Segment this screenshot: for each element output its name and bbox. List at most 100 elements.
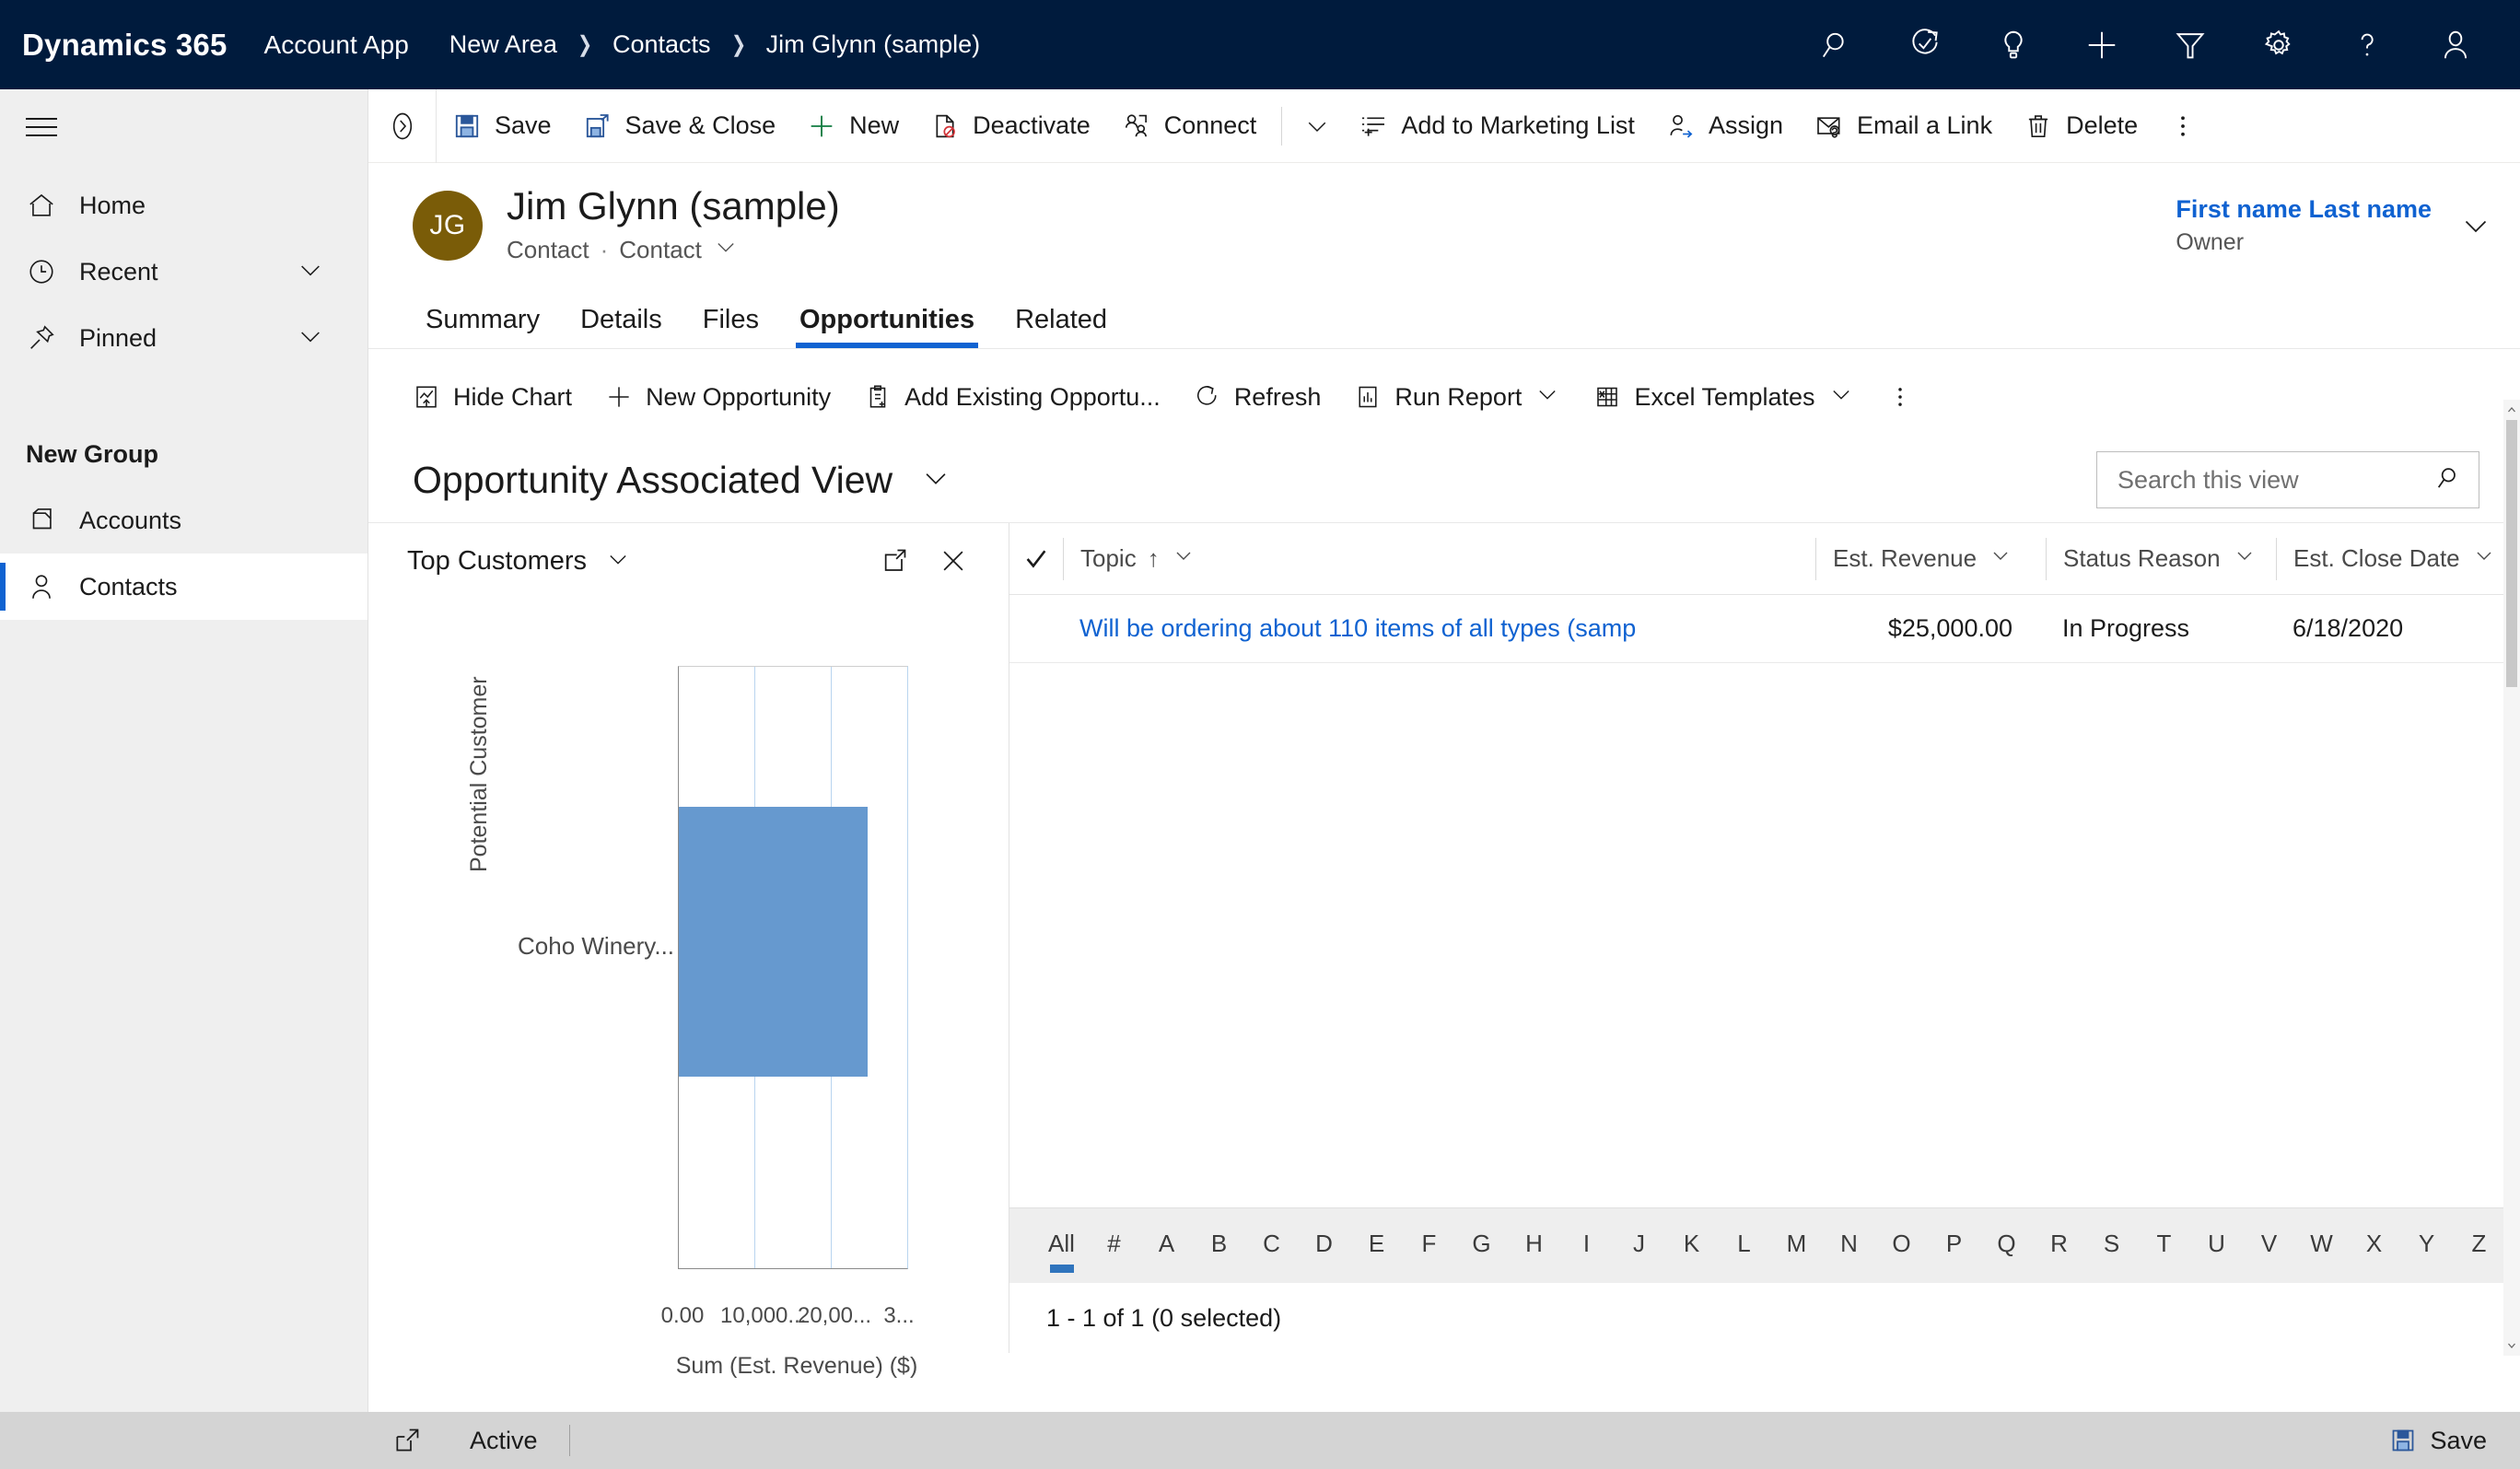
- run-report-button[interactable]: Run Report: [1337, 358, 1577, 436]
- app-name[interactable]: Account App: [264, 30, 409, 60]
- form-name-label[interactable]: Contact: [619, 236, 702, 264]
- hide-chart-button[interactable]: Hide Chart: [396, 358, 589, 436]
- alpha-filter-g[interactable]: G: [1455, 1230, 1508, 1262]
- chevron-down-icon[interactable]: [296, 321, 325, 356]
- breadcrumb-item-record[interactable]: Jim Glynn (sample): [766, 30, 981, 59]
- alpha-filter-n[interactable]: N: [1823, 1230, 1875, 1262]
- add-to-marketing-list-button[interactable]: Add to Marketing List: [1343, 89, 1651, 163]
- tab-summary[interactable]: Summary: [405, 305, 560, 348]
- view-selector-chevron-down-icon[interactable]: [920, 462, 951, 498]
- alpha-filter-q[interactable]: Q: [1980, 1230, 2033, 1262]
- alpha-filter-v[interactable]: V: [2243, 1230, 2295, 1262]
- alpha-filter-o[interactable]: O: [1875, 1230, 1928, 1262]
- chevron-down-icon[interactable]: [1172, 544, 1195, 573]
- save-button[interactable]: Save: [437, 89, 567, 163]
- vertical-scrollbar[interactable]: [2503, 400, 2520, 1356]
- scroll-up-arrow-icon[interactable]: [2503, 400, 2520, 420]
- refresh-button[interactable]: Refresh: [1177, 358, 1338, 436]
- excel-templates-button[interactable]: Excel Templates: [1577, 358, 1870, 436]
- quick-create-plus-icon[interactable]: [2058, 0, 2146, 89]
- alpha-filter-b[interactable]: B: [1193, 1230, 1245, 1262]
- alpha-filter-hash[interactable]: #: [1088, 1230, 1140, 1262]
- save-and-close-button[interactable]: Save & Close: [567, 89, 792, 163]
- alpha-filter-f[interactable]: F: [1403, 1230, 1455, 1262]
- alpha-filter-t[interactable]: T: [2138, 1230, 2190, 1262]
- select-all-checkbox[interactable]: [1009, 545, 1063, 573]
- insights-lightbulb-icon[interactable]: [1969, 0, 2058, 89]
- expand-panel-button[interactable]: [368, 88, 437, 163]
- alpha-filter-z[interactable]: Z: [2453, 1230, 2505, 1262]
- alpha-filter-h[interactable]: H: [1508, 1230, 1560, 1262]
- column-header-status-reason[interactable]: Status Reason: [2046, 537, 2276, 580]
- search-icon[interactable]: [1792, 0, 1881, 89]
- alpha-filter-w[interactable]: W: [2295, 1230, 2348, 1262]
- tab-details[interactable]: Details: [560, 305, 682, 348]
- sidebar-item-recent[interactable]: Recent: [0, 239, 368, 305]
- subgrid-overflow-button[interactable]: [1871, 358, 1930, 436]
- chevron-down-icon[interactable]: [2473, 544, 2495, 573]
- search-view-box[interactable]: Search this view: [2096, 451, 2479, 508]
- chevron-down-icon[interactable]: [713, 234, 739, 266]
- tab-opportunities[interactable]: Opportunities: [779, 305, 995, 348]
- alpha-filter-c[interactable]: C: [1245, 1230, 1298, 1262]
- chevron-down-icon[interactable]: [1989, 544, 2012, 573]
- alpha-filter-k[interactable]: K: [1665, 1230, 1718, 1262]
- scroll-down-arrow-icon[interactable]: [2503, 1335, 2520, 1356]
- new-button[interactable]: New: [791, 89, 915, 163]
- assistant-icon[interactable]: [1881, 0, 1969, 89]
- alpha-filter-l[interactable]: L: [1718, 1230, 1770, 1262]
- cell-topic[interactable]: Will be ordering about 110 items of all …: [1063, 614, 1815, 643]
- connect-button[interactable]: Connect: [1106, 89, 1273, 163]
- alpha-filter-s[interactable]: S: [2085, 1230, 2138, 1262]
- alpha-filter-x[interactable]: X: [2348, 1230, 2400, 1262]
- table-row[interactable]: Will be ordering about 110 items of all …: [1009, 595, 2520, 663]
- email-a-link-button[interactable]: Email a Link: [1799, 89, 2008, 163]
- more-commands-caret[interactable]: [1291, 89, 1343, 163]
- alpha-filter-d[interactable]: D: [1298, 1230, 1350, 1262]
- chevron-down-icon[interactable]: [1534, 381, 1560, 414]
- chart-selector-chevron-down-icon[interactable]: [605, 546, 631, 577]
- alpha-filter-i[interactable]: I: [1560, 1230, 1613, 1262]
- column-header-est-revenue[interactable]: Est. Revenue: [1815, 537, 2046, 580]
- chart-bar[interactable]: [679, 807, 868, 1077]
- alpha-filter-u[interactable]: U: [2190, 1230, 2243, 1262]
- add-existing-opportunity-button[interactable]: Add Existing Opportu...: [847, 358, 1177, 436]
- alpha-filter-all[interactable]: All: [1035, 1230, 1088, 1273]
- chevron-down-icon[interactable]: [1828, 381, 1854, 414]
- product-brand[interactable]: Dynamics 365: [22, 28, 228, 63]
- deactivate-button[interactable]: Deactivate: [915, 89, 1106, 163]
- assign-button[interactable]: Assign: [1651, 89, 1799, 163]
- filter-icon[interactable]: [2146, 0, 2234, 89]
- new-opportunity-button[interactable]: New Opportunity: [589, 358, 847, 436]
- settings-gear-icon[interactable]: [2234, 0, 2323, 89]
- status-bar-save-button[interactable]: Save: [2389, 1427, 2520, 1455]
- sidebar-item-accounts[interactable]: Accounts: [0, 487, 368, 554]
- close-chart-icon[interactable]: [924, 531, 983, 590]
- header-fields-expand-button[interactable]: [2432, 209, 2520, 242]
- tab-related[interactable]: Related: [995, 305, 1127, 348]
- overflow-menu-button[interactable]: [2153, 89, 2212, 163]
- alpha-filter-a[interactable]: A: [1140, 1230, 1193, 1262]
- expand-chart-icon[interactable]: [865, 531, 924, 590]
- search-input[interactable]: Search this view: [2118, 466, 2432, 495]
- scrollbar-thumb[interactable]: [2506, 420, 2517, 687]
- delete-button[interactable]: Delete: [2008, 89, 2153, 163]
- user-profile-icon[interactable]: [2411, 0, 2500, 89]
- alpha-filter-e[interactable]: E: [1350, 1230, 1403, 1262]
- popout-form-icon[interactable]: [368, 1426, 446, 1455]
- alpha-filter-p[interactable]: P: [1928, 1230, 1980, 1262]
- alpha-filter-j[interactable]: J: [1613, 1230, 1665, 1262]
- breadcrumb-item-entity[interactable]: Contacts: [612, 30, 711, 59]
- breadcrumb-item-area[interactable]: New Area: [449, 30, 557, 59]
- tab-files[interactable]: Files: [682, 305, 779, 348]
- alpha-filter-y[interactable]: Y: [2400, 1230, 2453, 1262]
- chevron-down-icon[interactable]: [296, 255, 325, 289]
- column-header-est-close-date[interactable]: Est. Close Date: [2276, 537, 2520, 580]
- view-title[interactable]: Opportunity Associated View: [413, 459, 892, 502]
- site-map-toggle-button[interactable]: [0, 89, 368, 165]
- alpha-filter-m[interactable]: M: [1770, 1230, 1823, 1262]
- sidebar-item-pinned[interactable]: Pinned: [0, 305, 368, 371]
- sidebar-item-contacts[interactable]: Contacts: [0, 554, 368, 620]
- column-header-topic[interactable]: Topic ↑: [1063, 537, 1815, 580]
- help-icon[interactable]: [2323, 0, 2411, 89]
